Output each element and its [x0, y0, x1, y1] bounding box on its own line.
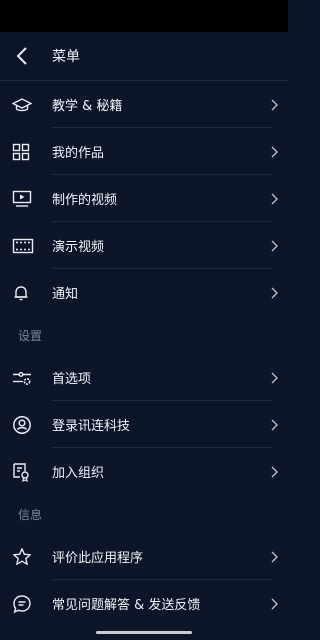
faq-chat-icon — [0, 594, 52, 614]
chevron-right-icon — [260, 598, 288, 610]
section-title-info: 信息 — [18, 507, 43, 522]
menu-label: 首选项 — [52, 372, 92, 387]
status-bar — [0, 0, 288, 32]
menu-item-preferences[interactable]: 首选项 — [0, 354, 288, 401]
menu-label: 评价此应用程序 — [52, 551, 144, 566]
menu-item-notifications[interactable]: 通知 — [0, 269, 288, 316]
chevron-right-icon — [260, 419, 288, 431]
chevron-right-icon — [260, 99, 288, 111]
menu-header: 菜单 — [0, 32, 288, 81]
chevron-right-icon — [260, 146, 288, 158]
graduation-cap-icon — [0, 97, 52, 113]
menu-item-produced-videos[interactable]: 制作的视频 — [0, 175, 288, 222]
menu-label: 演示视频 — [52, 240, 105, 255]
menu-item-demo-videos[interactable]: 演示视频 — [0, 222, 288, 269]
menu-label: 加入组织 — [52, 466, 105, 481]
section-title-settings: 设置 — [18, 328, 43, 343]
chevron-right-icon — [260, 287, 288, 299]
menu-item-join-organization[interactable]: 加入组织 — [0, 448, 288, 495]
chevron-left-icon — [16, 47, 27, 65]
star-icon — [0, 547, 52, 567]
back-button[interactable] — [0, 32, 44, 80]
bell-icon — [0, 284, 52, 302]
chevron-right-icon — [260, 193, 288, 205]
chevron-right-icon — [260, 551, 288, 563]
menu-item-my-works[interactable]: 我的作品 — [0, 128, 288, 175]
chevron-right-icon — [260, 466, 288, 478]
menu-label: 教学 & 秘籍 — [52, 99, 123, 114]
page-title: 菜单 — [52, 49, 80, 65]
menu-label: 通知 — [52, 287, 79, 302]
filmstrip-icon — [0, 238, 52, 254]
menu-label: 我的作品 — [52, 146, 105, 161]
chevron-right-icon — [260, 372, 288, 384]
menu-label: 常见问题解答 & 发送反馈 — [52, 598, 201, 613]
menu-item-rate-app[interactable]: 评价此应用程序 — [0, 533, 288, 580]
menu-item-tutorials[interactable]: 教学 & 秘籍 — [0, 81, 288, 128]
menu-label: 登录讯连科技 — [52, 419, 131, 434]
menu-item-faq-feedback[interactable]: 常见问题解答 & 发送反馈 — [0, 580, 288, 627]
video-monitor-icon — [0, 190, 52, 208]
organization-badge-icon — [0, 462, 52, 482]
grid-icon — [0, 143, 52, 161]
menu-label: 制作的视频 — [52, 193, 118, 208]
chevron-right-icon — [260, 240, 288, 252]
home-indicator[interactable] — [96, 631, 192, 634]
menu-item-login[interactable]: 登录讯连科技 — [0, 401, 288, 448]
sliders-icon — [0, 371, 52, 385]
account-icon — [0, 415, 52, 435]
